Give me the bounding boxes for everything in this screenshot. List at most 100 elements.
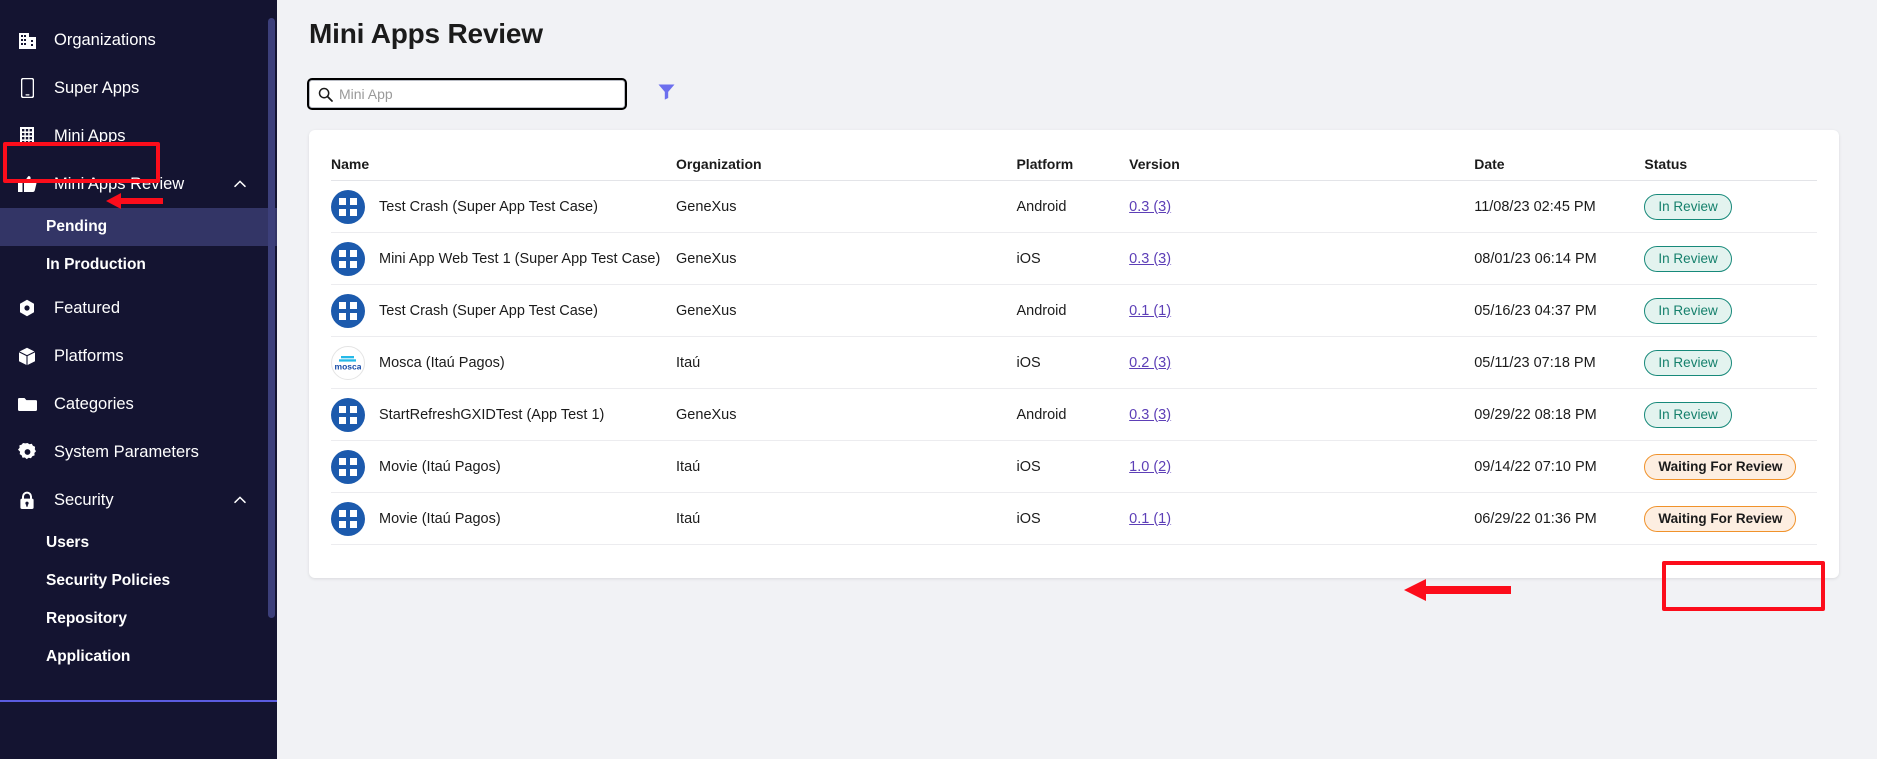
sidebar-subitem-label: Application — [46, 648, 131, 665]
sidebar-item-pending[interactable]: Pending — [0, 208, 277, 246]
sidebar-item-mini-apps[interactable]: Mini Apps — [0, 112, 277, 160]
sidebar-item-label: Super Apps — [54, 78, 140, 97]
column-header-name[interactable]: Name — [331, 130, 677, 181]
thumbs-up-icon — [12, 172, 42, 196]
sidebar-scrollbar-thumb[interactable] — [268, 18, 275, 618]
cell-platform: iOS — [1016, 336, 1130, 389]
status-badge-row-5: In Review — [1644, 401, 1732, 428]
table-row[interactable]: StartRefreshGXIDTest (App Test 1) GeneXus… — [331, 388, 1817, 441]
sidebar-scrollbar[interactable] — [268, 18, 275, 670]
app-name-label: Test Crash (Super App Test Case) — [379, 198, 598, 215]
filter-button[interactable] — [655, 83, 677, 105]
sidebar-item-security-policies[interactable]: Security Policies — [0, 562, 277, 600]
table-row[interactable]: mosca Mosca (Itaú Pagos) Itaú iOS 0.2 (3) 05/… — [331, 336, 1817, 389]
sidebar-item-mini-apps-review[interactable]: Mini Apps Review — [0, 160, 277, 208]
sidebar-item-label: System Parameters — [54, 442, 199, 461]
table-row[interactable]: Mini App Web Test 1 (Super App Test Case… — [331, 232, 1817, 285]
gear-icon — [12, 440, 42, 464]
sidebar-item-system-parameters[interactable]: System Parameters — [0, 428, 277, 476]
sidebar-item-label: Platforms — [54, 346, 124, 365]
column-header-version[interactable]: Version — [1129, 130, 1475, 181]
version-link-row-4[interactable]: 0.2 (3) — [1129, 355, 1171, 371]
table-row[interactable]: Test Crash (Super App Test Case) GeneXus A… — [331, 180, 1817, 233]
grid-app-icon — [331, 241, 365, 276]
search-icon — [318, 87, 333, 102]
annotation-arrow-version — [1404, 577, 1511, 603]
cell-status: In Review — [1644, 336, 1817, 389]
toolbar — [307, 78, 1829, 110]
version-link-row-7[interactable]: 0.1 (1) — [1129, 511, 1171, 527]
sidebar-item-in-production[interactable]: In Production — [0, 246, 277, 284]
cell-name: StartRefreshGXIDTest (App Test 1) — [331, 388, 677, 441]
cell-organization: GeneXus — [676, 388, 1017, 441]
cell-date: 05/16/23 04:37 PM — [1474, 284, 1645, 337]
column-header-status[interactable]: Status — [1644, 130, 1817, 181]
version-link-row-2[interactable]: 0.3 (3) — [1129, 251, 1171, 267]
sidebar-item-label: Featured — [54, 298, 121, 317]
sidebar-item-application[interactable]: Application — [0, 638, 277, 676]
search-input[interactable] — [339, 83, 609, 105]
table-row[interactable]: Movie (Itaú Pagos) Itaú iOS 0.1 (1) 06/29/22… — [331, 492, 1817, 545]
cell-status: In Review — [1644, 232, 1817, 285]
sidebar-item-organizations[interactable]: Organizations — [0, 16, 277, 64]
cell-name: Movie (Itaú Pagos) — [331, 440, 677, 493]
cell-date: 08/01/23 06:14 PM — [1474, 232, 1645, 285]
sidebar-subitem-label: Repository — [46, 610, 127, 627]
cell-name: Test Crash (Super App Test Case) — [331, 284, 677, 337]
version-link-row-6[interactable]: 1.0 (2) — [1129, 459, 1171, 475]
version-link-row-3[interactable]: 0.1 (1) — [1129, 303, 1171, 319]
column-header-organization[interactable]: Organization — [676, 130, 1017, 181]
table-row[interactable]: Movie (Itaú Pagos) Itaú iOS 1.0 (2) 09/14/22… — [331, 440, 1817, 493]
filter-funnel-icon — [657, 82, 676, 106]
app-name-label: StartRefreshGXIDTest (App Test 1) — [379, 406, 605, 423]
sidebar-item-repository[interactable]: Repository — [0, 600, 277, 638]
sidebar-divider — [0, 700, 277, 702]
cell-status: Waiting For Review — [1644, 492, 1817, 545]
sidebar-subitem-label: Pending — [46, 218, 108, 235]
status-badge-row-2: In Review — [1644, 245, 1732, 272]
app-name-label: Movie (Itaú Pagos) — [379, 458, 501, 475]
sidebar-item-categories[interactable]: Categories — [0, 380, 277, 428]
cell-status: Waiting For Review — [1644, 440, 1817, 493]
status-badge-row-1: In Review — [1644, 193, 1732, 220]
mini-apps-review-table: Name Organization Platform Version Date … — [331, 130, 1817, 545]
app-name-label: Mini App Web Test 1 (Super App Test Case… — [379, 250, 661, 267]
cell-platform: iOS — [1016, 492, 1130, 545]
sidebar-item-users[interactable]: Users — [0, 524, 277, 562]
cell-date: 05/11/23 07:18 PM — [1474, 336, 1645, 389]
app-root: Organizations Super Apps Mini Apps Mini … — [0, 0, 1877, 759]
box-icon — [12, 344, 42, 368]
lock-icon — [12, 488, 42, 512]
version-link-row-1[interactable]: 0.3 (3) — [1129, 199, 1171, 215]
cell-organization: GeneXus — [676, 232, 1017, 285]
chevron-up-icon[interactable] — [233, 493, 247, 507]
version-link-row-5[interactable]: 0.3 (3) — [1129, 407, 1171, 423]
cell-version: 0.3 (3) — [1129, 232, 1475, 285]
sidebar-item-super-apps[interactable]: Super Apps — [0, 64, 277, 112]
chevron-up-icon[interactable] — [233, 177, 247, 191]
cell-platform: Android — [1016, 284, 1130, 337]
cell-date: 09/14/22 07:10 PM — [1474, 440, 1645, 493]
badge-icon — [12, 296, 42, 320]
grid-app-icon — [331, 189, 365, 224]
cell-organization: Itaú — [676, 440, 1017, 493]
cell-platform: Android — [1016, 388, 1130, 441]
sidebar-item-security[interactable]: Security — [0, 476, 277, 524]
column-header-platform[interactable]: Platform — [1016, 130, 1130, 181]
sidebar-item-label: Security — [54, 490, 114, 509]
sidebar-item-label: Categories — [54, 394, 134, 413]
sidebar-subitem-label: In Production — [46, 256, 146, 273]
column-header-date[interactable]: Date — [1474, 130, 1645, 181]
cell-version: 0.3 (3) — [1129, 180, 1475, 233]
search-box[interactable] — [307, 78, 627, 110]
sidebar-item-featured[interactable]: Featured — [0, 284, 277, 332]
sidebar-item-platforms[interactable]: Platforms — [0, 332, 277, 380]
phone-icon — [12, 76, 42, 100]
cell-version: 0.1 (1) — [1129, 284, 1475, 337]
cell-platform: iOS — [1016, 440, 1130, 493]
sidebar-nav-list: Organizations Super Apps Mini Apps Mini … — [0, 0, 277, 702]
table-row[interactable]: Test Crash (Super App Test Case) GeneXus A… — [331, 284, 1817, 337]
status-badge-row-3: In Review — [1644, 297, 1732, 324]
mini-apps-review-table-card: Name Organization Platform Version Date … — [309, 130, 1839, 578]
table-header-row: Name Organization Platform Version Date … — [331, 130, 1817, 181]
